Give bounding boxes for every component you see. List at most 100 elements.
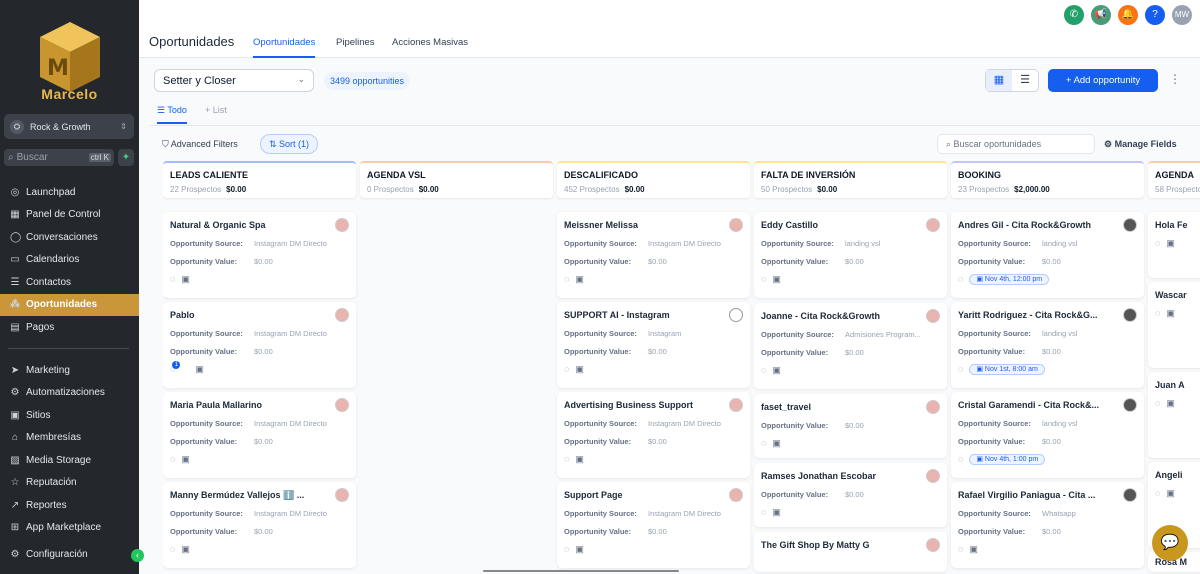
calendar-add-icon[interactable]: ▣ [772, 365, 781, 376]
opportunity-card[interactable]: Pablo Opportunity Source: Instagram DM Dir… [163, 302, 356, 388]
chat-icon[interactable]: ◌ [1155, 488, 1160, 499]
calendar-add-icon[interactable]: ▣ [575, 274, 584, 285]
calendar-add-icon[interactable]: ▣ [195, 364, 204, 375]
opportunity-card[interactable]: Advertising Business Support Opportunity … [557, 392, 750, 478]
chat-icon[interactable]: ◌ [564, 454, 569, 465]
opportunity-card[interactable]: Natural & Organic Spa Opportunity Source:… [163, 212, 356, 298]
opportunity-search-input[interactable]: ⌕ Buscar oportunidades [937, 134, 1095, 154]
sidebar-item-panel-de-control[interactable]: ▦ Panel de Control [0, 204, 139, 226]
opportunity-card[interactable]: Andres Gil - Cita Rock&Growth Opportunity… [951, 212, 1144, 298]
chat-icon[interactable]: ◌ [564, 544, 569, 555]
assignee-avatar[interactable] [926, 400, 940, 414]
assignee-avatar[interactable] [335, 398, 349, 412]
calendar-add-icon[interactable]: ▣ [181, 544, 190, 555]
grid-view-button[interactable]: ▦ [986, 70, 1012, 91]
chat-icon[interactable]: ◌ [958, 364, 963, 375]
sidebar-item-media-storage[interactable]: ▨ Media Storage [0, 449, 139, 471]
opportunity-card[interactable]: Cristal Garamendi - Cita Rock&... Opportu… [951, 392, 1144, 478]
chat-icon[interactable]: ◌ [761, 507, 766, 518]
more-options-icon[interactable]: ⋮ [1169, 72, 1181, 86]
chat-icon[interactable]: ◌ [564, 364, 569, 375]
calendar-add-icon[interactable]: ▣ [1166, 308, 1175, 319]
assignee-avatar[interactable] [926, 469, 940, 483]
assignee-avatar[interactable] [729, 398, 743, 412]
opportunity-card[interactable]: Eddy Castillo Opportunity Source: landing … [754, 212, 947, 298]
opportunity-card[interactable]: Maria Paula Mallarino Opportunity Source:… [163, 392, 356, 478]
help-icon[interactable]: ? [1145, 5, 1165, 25]
chat-icon[interactable]: ◌ [761, 274, 766, 285]
appointment-badge[interactable]: ▣ Nov 1st, 8:00 am [969, 364, 1045, 375]
sidebar-item-sitios[interactable]: ▣ Sitios [0, 404, 139, 426]
chat-icon[interactable]: ◌ [761, 365, 766, 376]
opportunity-card[interactable]: Juan A ◌ ▣ [1148, 372, 1200, 458]
tab-oportunidades[interactable]: Oportunidades [253, 37, 316, 58]
advanced-filters-button[interactable]: ⛉ Advanced Filters [162, 135, 238, 154]
sidebar-item-configuracion[interactable]: ⚙ Configuración [0, 543, 139, 565]
megaphone-icon[interactable]: 📢 [1091, 5, 1111, 25]
calendar-add-icon[interactable]: ▣ [1166, 488, 1175, 499]
sidebar-item-oportunidades[interactable]: ⁂ Oportunidades [0, 293, 139, 316]
opportunity-card[interactable]: Joanne - Cita Rock&Growth Opportunity Sou… [754, 303, 947, 389]
assignee-avatar[interactable] [1123, 398, 1137, 412]
chat-icon[interactable]: ◌ [958, 454, 963, 465]
chat-icon[interactable]: ◌ [1155, 238, 1160, 249]
chat-icon[interactable]: ◌ [170, 544, 175, 555]
assignee-avatar[interactable] [1123, 308, 1137, 322]
sidebar-search[interactable]: ⌕ Buscar ctrl K [4, 149, 114, 166]
calendar-add-icon[interactable]: ▣ [969, 544, 978, 555]
account-switcher[interactable]: ⛭ Rock & Growth ⇕ [4, 114, 134, 139]
opportunity-card[interactable]: Wascar ◌ ▣ [1148, 282, 1200, 368]
sidebar-item-app-marketplace[interactable]: ⊞ App Marketplace [0, 517, 139, 539]
opportunity-card[interactable]: faset_travel Opportunity Value: $0.00 ◌ ▣ [754, 394, 947, 458]
opportunity-card[interactable]: Support Page Opportunity Source: Instagram… [557, 482, 750, 568]
assignee-avatar[interactable] [926, 538, 940, 552]
calendar-add-icon[interactable]: ▣ [1166, 238, 1175, 249]
calendar-add-icon[interactable]: ▣ [575, 454, 584, 465]
opportunity-card[interactable]: Yaritt Rodriguez - Cita Rock&G... Opportu… [951, 302, 1144, 388]
calendar-add-icon[interactable]: ▣ [181, 274, 190, 285]
assignee-avatar[interactable] [729, 488, 743, 502]
chat-icon[interactable]: ◌ [761, 438, 766, 449]
sort-button[interactable]: ⇅ Sort (1) [260, 134, 319, 154]
assignee-avatar[interactable] [729, 218, 743, 232]
assignee-avatar[interactable] [926, 309, 940, 323]
calendar-add-icon[interactable]: ▣ [772, 507, 781, 518]
chat-icon[interactable]: ◌ [958, 274, 963, 285]
assignee-avatar[interactable] [729, 308, 743, 322]
calendar-add-icon[interactable]: ▣ [575, 544, 584, 555]
assignee-avatar[interactable] [1123, 218, 1137, 232]
assignee-avatar[interactable] [335, 218, 349, 232]
calendar-add-icon[interactable]: ▣ [1166, 398, 1175, 409]
chat-icon[interactable]: ◌ [1155, 308, 1160, 319]
assignee-avatar[interactable] [926, 218, 940, 232]
sidebar-item-reportes[interactable]: ↗ Reportes [0, 494, 139, 516]
chat-icon[interactable]: ◌ [170, 274, 175, 285]
sidebar-item-conversaciones[interactable]: ◯ Conversaciones [0, 226, 139, 248]
list-view-button[interactable]: ☰ [1012, 70, 1038, 91]
add-opportunity-button[interactable]: + Add opportunity [1048, 69, 1158, 92]
sidebar-item-marketing[interactable]: ➤ Marketing [0, 359, 139, 381]
sidebar-item-contactos[interactable]: ☰ Contactos [0, 271, 139, 293]
pipeline-select[interactable]: Setter y Closer ⌄ [154, 69, 314, 92]
calendar-add-icon[interactable]: ▣ [772, 274, 781, 285]
chat-icon[interactable]: ◌ [564, 274, 569, 285]
sidebar-item-reputaci-n[interactable]: ☆ Reputación [0, 472, 139, 494]
assignee-avatar[interactable] [335, 488, 349, 502]
sidebar-item-automatizaciones[interactable]: ⚙ Automatizaciones [0, 382, 139, 404]
opportunity-card[interactable]: The Gift Shop By Matty G [754, 532, 947, 572]
appointment-badge[interactable]: ▣ Nov 4th, 1:00 pm [969, 454, 1046, 465]
chat-icon[interactable]: ◌ [958, 544, 963, 555]
opportunity-card[interactable]: Rafael Virgilio Paniagua - Cita ... Oppor… [951, 482, 1144, 568]
chat-icon[interactable]: ◌ [1155, 398, 1160, 409]
assignee-avatar[interactable] [335, 308, 349, 322]
sidebar-item-launchpad[interactable]: ◎ Launchpad [0, 181, 139, 203]
tab-acciones-masivas[interactable]: Acciones Masivas [392, 37, 468, 48]
opportunity-card[interactable]: Manny Bermúdez Vallejos ℹ️ ... Opportunit… [163, 482, 356, 568]
view-tab-list[interactable]: + List [205, 105, 227, 115]
chat-icon[interactable]: ◌ [170, 454, 175, 465]
assignee-avatar[interactable] [1123, 488, 1137, 502]
opportunity-card[interactable]: Ramses Jonathan Escobar Opportunity Value… [754, 463, 947, 527]
bell-icon[interactable]: 🔔 [1118, 5, 1138, 25]
appointment-badge[interactable]: ▣ Nov 4th, 12:00 pm [969, 274, 1050, 285]
opportunity-card[interactable]: SUPPORT AI - Instagram Opportunity Source… [557, 302, 750, 388]
